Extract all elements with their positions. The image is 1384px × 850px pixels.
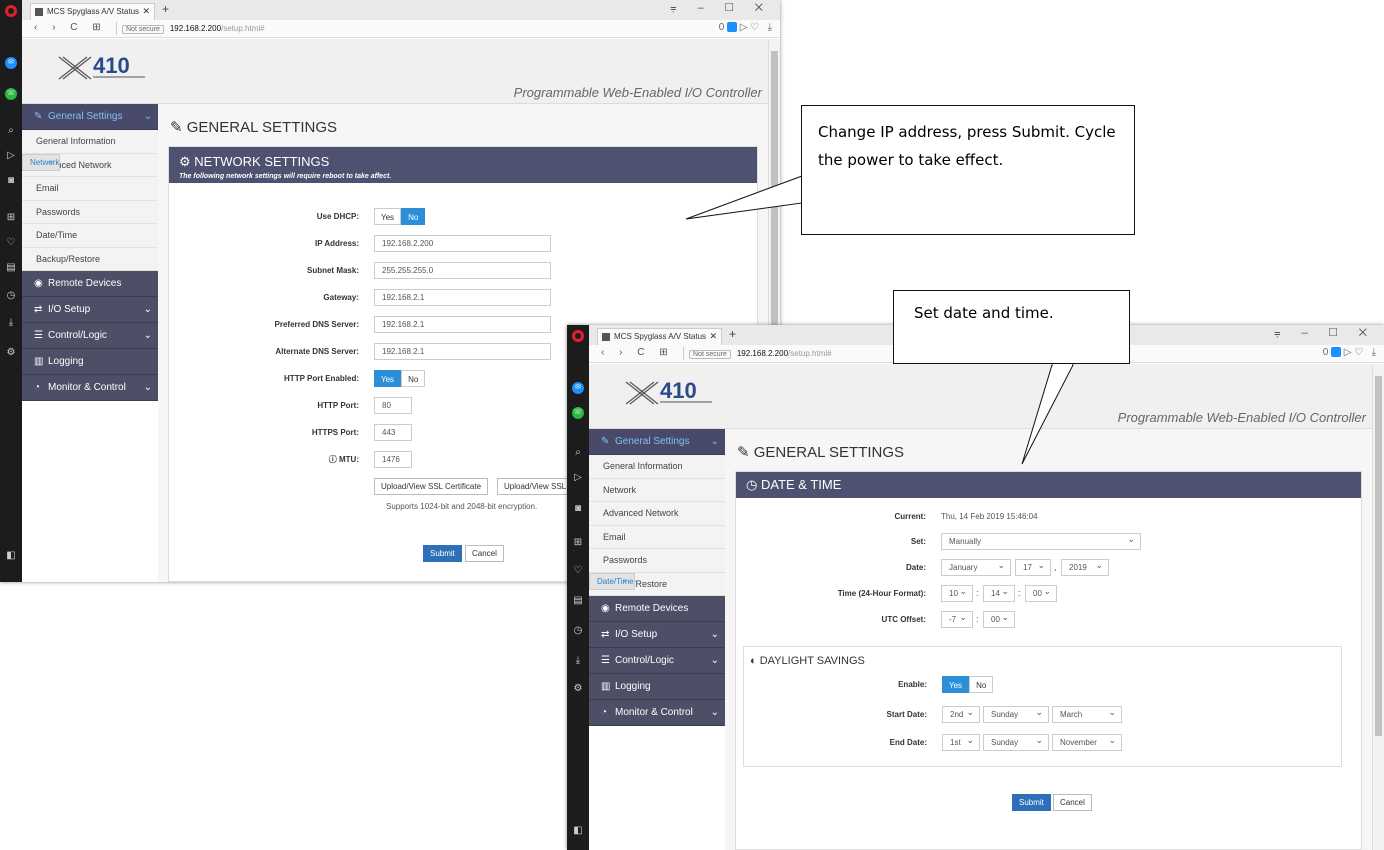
- callout-change-ip: Change IP address, press Submit. Cycle t…: [801, 105, 1135, 235]
- callout-set-date: Set date and time.: [893, 290, 1130, 364]
- callout-pointers: [685, 175, 1074, 465]
